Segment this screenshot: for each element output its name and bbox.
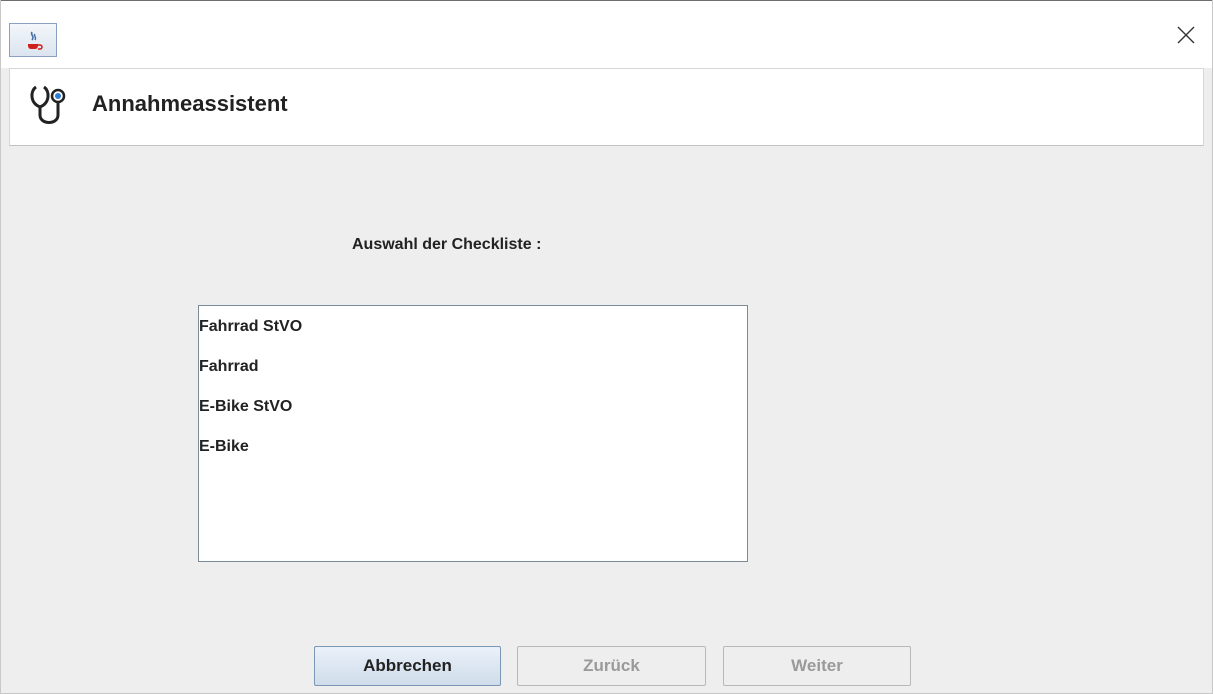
- wizard-header: Annahmeassistent: [9, 68, 1204, 146]
- title-bar: [1, 0, 1212, 68]
- close-icon: [1177, 26, 1195, 49]
- cancel-button[interactable]: Abbrechen: [314, 646, 501, 686]
- header-title: Annahmeassistent: [92, 91, 288, 116]
- back-button[interactable]: Zurück: [517, 646, 706, 686]
- stethoscope-icon: [26, 81, 72, 129]
- list-item[interactable]: Fahrrad: [199, 355, 747, 395]
- close-button[interactable]: [1172, 23, 1200, 51]
- list-item[interactable]: E-Bike: [199, 435, 747, 475]
- checklist-prompt-label: Auswahl der Checkliste :: [352, 236, 542, 253]
- wizard-window: Annahmeassistent Auswahl der Checkliste …: [0, 0, 1213, 694]
- list-item[interactable]: E-Bike StVO: [199, 395, 747, 435]
- list-item[interactable]: Fahrrad StVO: [199, 315, 747, 355]
- checklist-listbox[interactable]: Fahrrad StVO Fahrrad E-Bike StVO E-Bike: [198, 305, 748, 562]
- next-button[interactable]: Weiter: [723, 646, 911, 686]
- java-coffee-icon[interactable]: [9, 23, 57, 57]
